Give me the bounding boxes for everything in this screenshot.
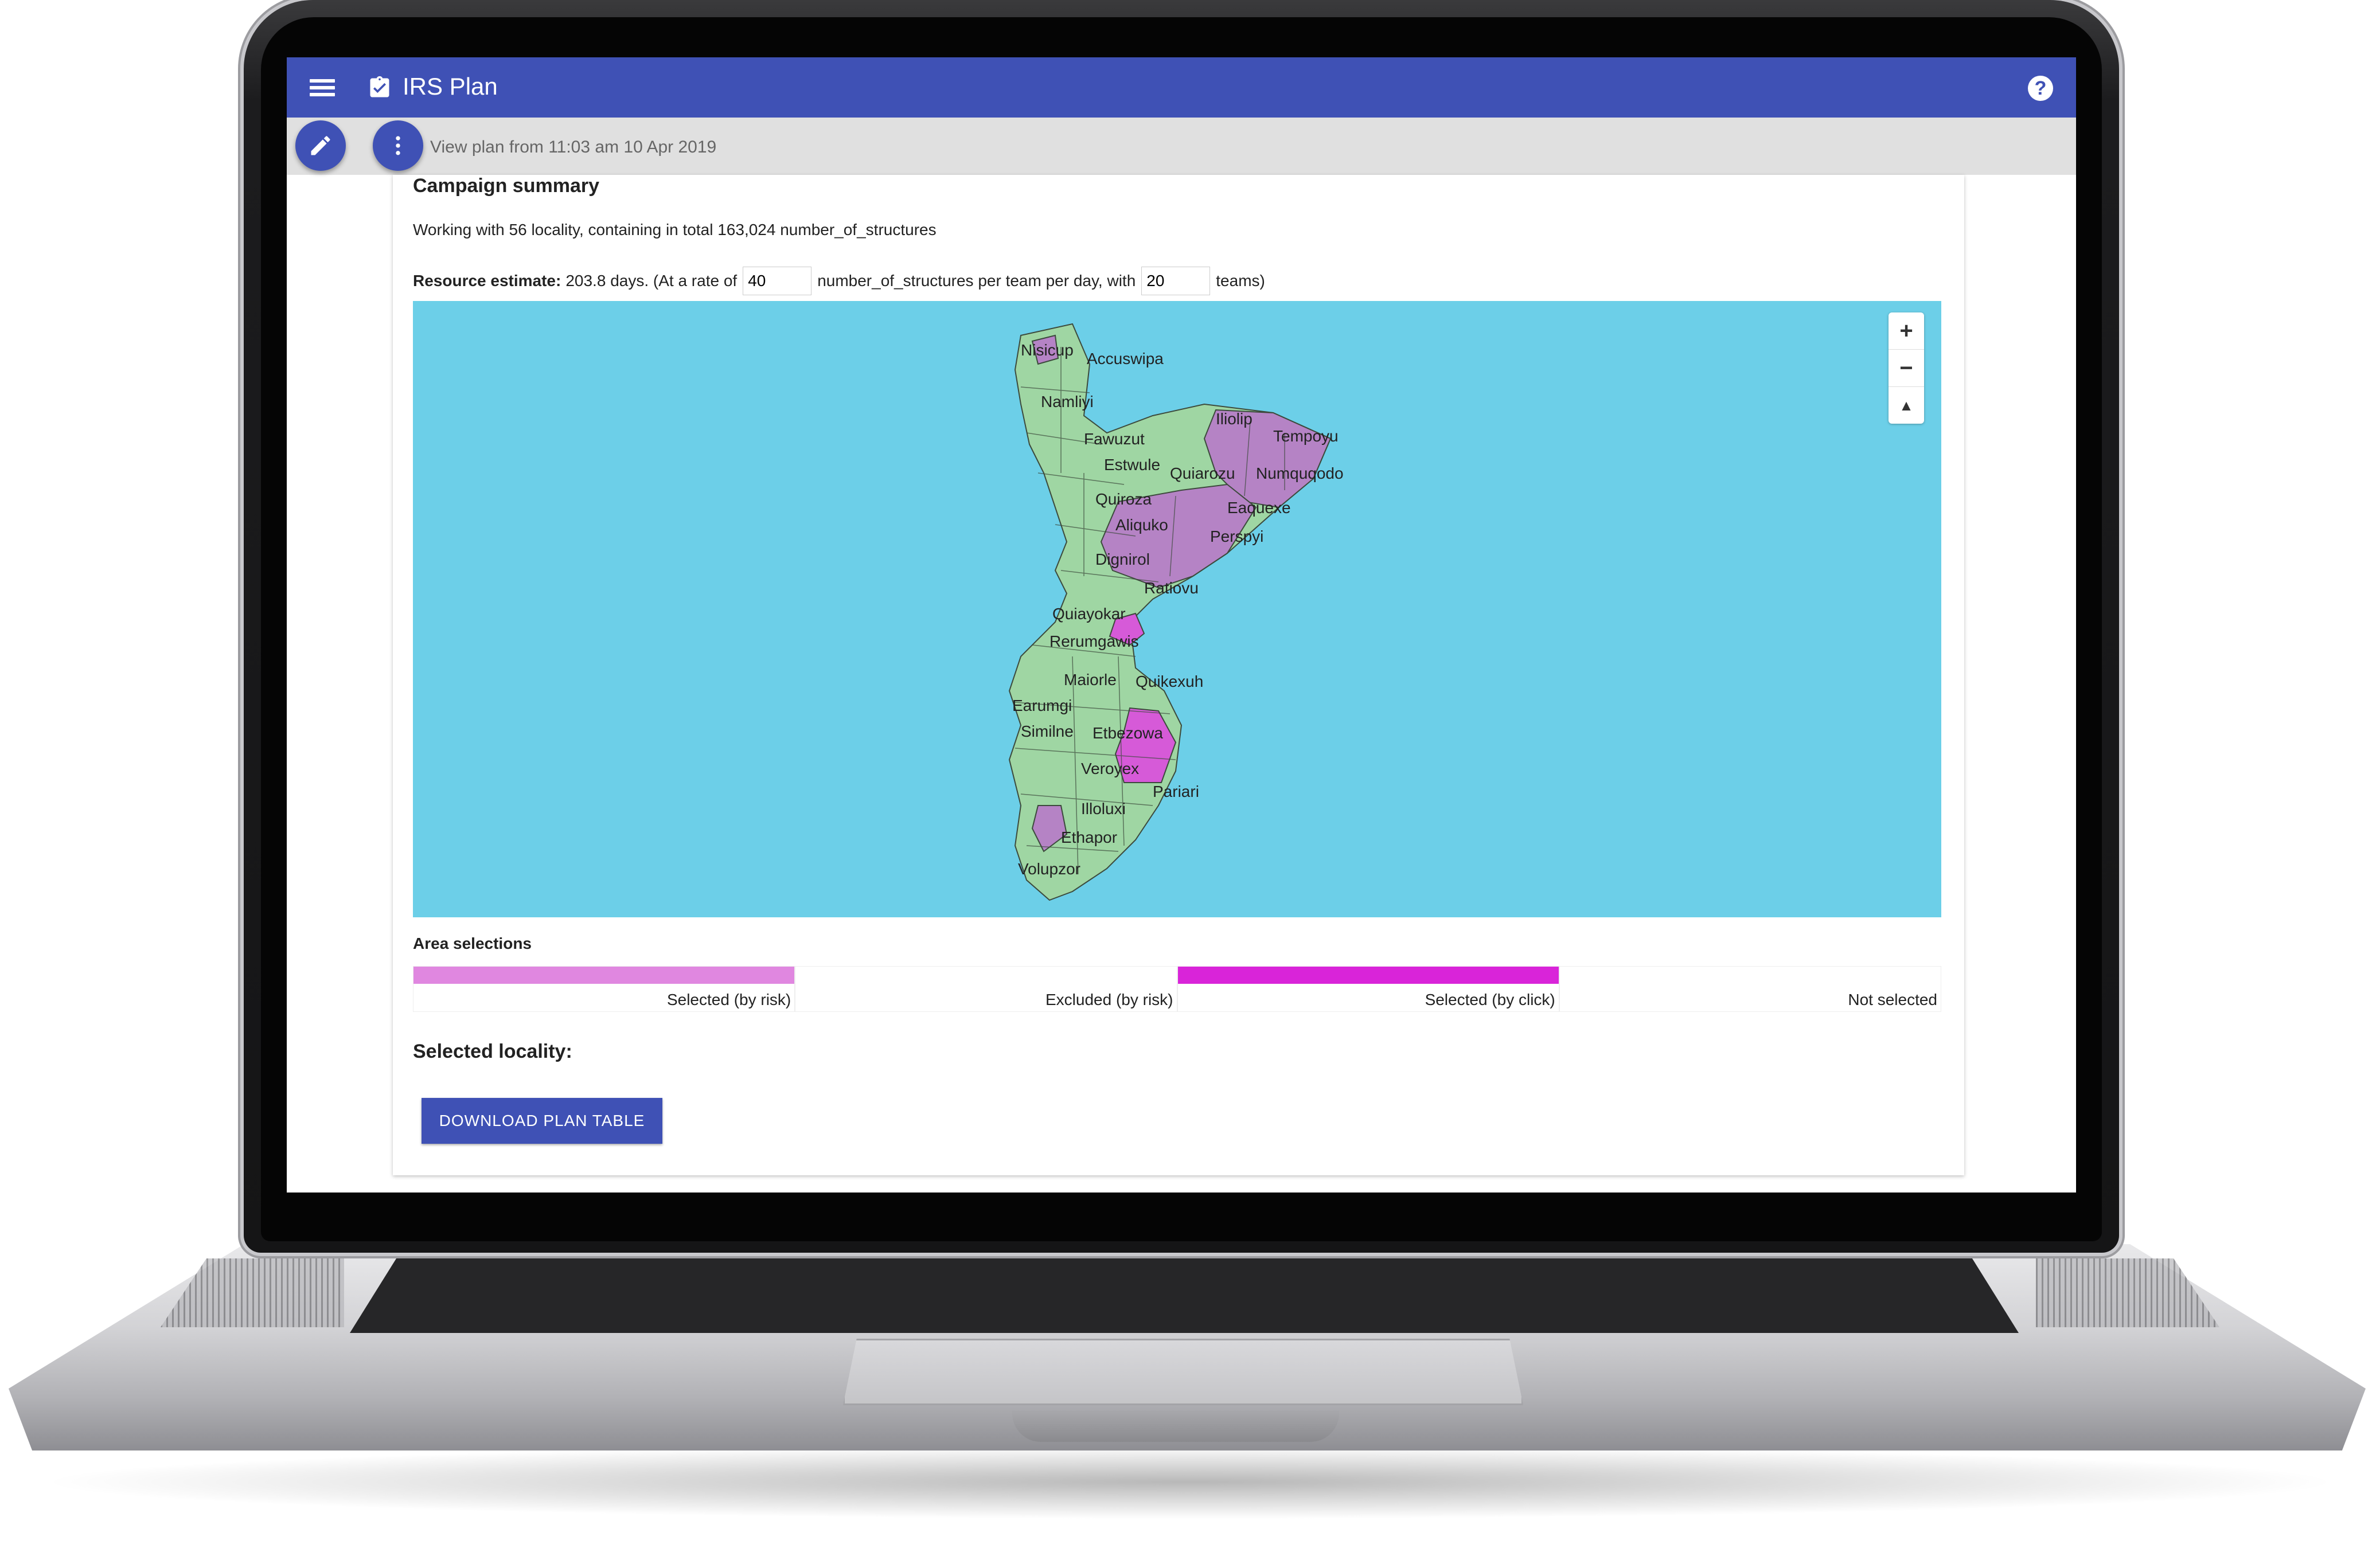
plan-map[interactable]: Nisicup Accuswipa Namliyi Fawuzut Estwul… — [413, 301, 1941, 917]
map-label: Dignirol — [1095, 550, 1150, 568]
app-title: IRS Plan — [403, 73, 498, 100]
map-label: Ratiovu — [1144, 579, 1199, 597]
edit-plan-button[interactable] — [295, 120, 346, 171]
speaker-grille-right — [2036, 1258, 2219, 1327]
map-label: Eaquexe — [1227, 499, 1291, 517]
map-label: Maiorle — [1064, 671, 1117, 689]
selected-locality-heading: Selected locality: — [413, 1041, 572, 1062]
legend-label: Selected (by click) — [1425, 991, 1555, 1008]
laptop-shadow — [34, 1445, 2346, 1519]
legend-swatch — [1177, 967, 1559, 984]
clipboard-check-icon — [370, 76, 389, 97]
legend-label: Excluded (by risk) — [1045, 991, 1173, 1008]
speaker-grille-left — [161, 1258, 344, 1327]
resource-estimate: Resource estimate: 203.8 days. (At a rat… — [413, 267, 1265, 295]
trackpad — [843, 1339, 1523, 1405]
zoom-in-button[interactable]: + — [1889, 312, 1924, 350]
map-label: Quiayokar — [1052, 605, 1126, 623]
laptop-keyboard — [350, 1253, 2019, 1333]
map-label: Illoluxi — [1081, 800, 1126, 818]
map-zoom-controls: + − ▲ — [1889, 312, 1924, 424]
rate-suffix: number_of_structures per team per day, w… — [817, 272, 1136, 290]
legend-item: Excluded (by risk) — [795, 966, 1177, 1012]
map-label: Numquqodo — [1256, 464, 1344, 482]
area-selections-title: Area selections — [413, 935, 532, 952]
legend-swatch — [795, 967, 1177, 984]
map-label: Namliyi — [1041, 393, 1094, 410]
reset-north-button[interactable]: ▲ — [1889, 387, 1924, 424]
country-shape[interactable] — [413, 301, 1941, 917]
legend-label: Not selected — [1848, 991, 1937, 1008]
map-label: Earumgi — [1012, 697, 1072, 714]
pencil-icon — [311, 136, 330, 155]
map-label: Nisicup — [1021, 341, 1074, 359]
legend-swatch — [1559, 967, 1941, 984]
legend-item: Not selected — [1559, 966, 1941, 1012]
legend-item: Selected (by risk) — [413, 966, 795, 1012]
legend-label: Selected (by risk) — [666, 991, 791, 1008]
map-label: Quikexuh — [1136, 673, 1204, 690]
map-label: Pariari — [1153, 783, 1199, 800]
card-title: Campaign summary — [413, 175, 599, 197]
more-vert-icon — [396, 136, 400, 155]
legend-item: Selected (by click) — [1177, 966, 1559, 1012]
menu-icon[interactable] — [310, 79, 335, 96]
map-label: Tempoyu — [1273, 427, 1339, 445]
lid-notch — [1012, 1410, 1339, 1442]
teams-suffix: teams) — [1216, 272, 1265, 290]
rate-input[interactable] — [743, 267, 812, 295]
screen: IRS Plan ? View plan from 11:03 am 10 Ap… — [287, 57, 2076, 1193]
zoom-out-button[interactable]: − — [1889, 350, 1924, 387]
map-label: Aliquko — [1115, 516, 1168, 534]
map-label: Estwule — [1104, 456, 1161, 474]
legend-swatch — [413, 967, 795, 984]
area-selections-legend: Selected (by risk) Excluded (by risk) Se… — [413, 966, 1941, 1012]
map-label: Volupzor — [1018, 860, 1080, 878]
map-label: Perspyi — [1210, 527, 1264, 545]
more-options-button[interactable] — [373, 120, 423, 171]
map-label: Fawuzut — [1084, 430, 1145, 448]
summary-text: Working with 56 locality, containing in … — [413, 221, 937, 239]
download-plan-table-button[interactable]: DOWNLOAD PLAN TABLE — [422, 1098, 662, 1144]
app-bar: IRS Plan ? — [287, 57, 2076, 118]
teams-input[interactable] — [1141, 267, 1211, 295]
map-label: Iliolip — [1216, 410, 1253, 428]
map-label: Ethapor — [1061, 828, 1118, 846]
estimate-days: 203.8 days. (At a rate of — [565, 272, 738, 290]
map-label: Similne — [1021, 722, 1074, 740]
campaign-summary-card: Campaign summary Working with 56 localit… — [393, 175, 1964, 1175]
map-label: Etbezowa — [1093, 724, 1163, 742]
map-label: Quiarozu — [1170, 464, 1235, 482]
help-icon[interactable]: ? — [2028, 76, 2053, 101]
estimate-label: Resource estimate: — [413, 272, 561, 290]
map-label: Accuswipa — [1087, 350, 1164, 367]
map-label: Veroyex — [1081, 760, 1140, 777]
plan-timestamp: View plan from 11:03 am 10 Apr 2019 — [430, 138, 717, 157]
map-label: Quiroza — [1095, 490, 1152, 508]
map-label: Rerumgawis — [1049, 632, 1139, 650]
